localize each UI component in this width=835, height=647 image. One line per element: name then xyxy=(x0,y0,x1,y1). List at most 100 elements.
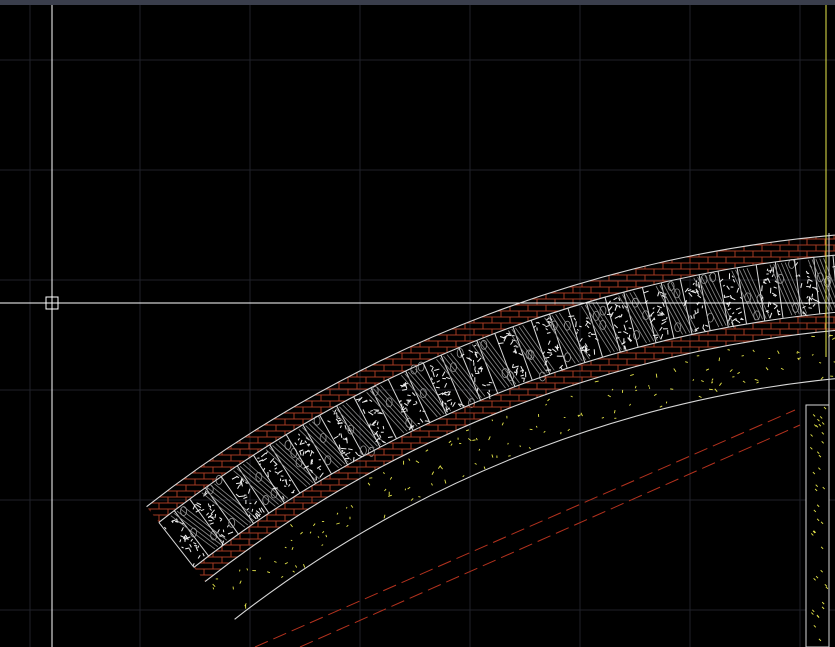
diagonal-hatch xyxy=(214,483,258,520)
concrete-speckle xyxy=(419,418,424,423)
concrete-speckle xyxy=(348,448,353,451)
insulation-speckle xyxy=(336,522,340,525)
drawing-canvas[interactable] xyxy=(0,5,835,647)
concrete-speckle xyxy=(498,342,504,345)
concrete-speckle xyxy=(190,538,194,542)
concrete-speckle xyxy=(542,351,546,355)
concrete-speckle xyxy=(731,275,734,278)
insulation-speckle xyxy=(819,362,822,364)
insulation-speckle xyxy=(474,462,477,465)
concrete-speckle xyxy=(450,402,453,406)
concrete-speckle xyxy=(608,306,613,312)
insulation-speckle xyxy=(346,524,349,527)
insulation-speckle xyxy=(336,512,339,515)
concrete-speckle xyxy=(812,303,816,307)
aggregate-circle xyxy=(633,330,640,340)
concrete-speckle xyxy=(811,297,817,302)
concrete-speckle xyxy=(659,326,663,332)
insulation-speckle xyxy=(780,367,784,371)
concrete-speckle xyxy=(185,536,188,540)
insulation-speckle xyxy=(567,428,570,432)
concrete-speckle xyxy=(588,353,591,357)
insulation-speckle xyxy=(284,562,288,565)
aggregate-circle xyxy=(707,312,714,323)
concrete-speckle xyxy=(518,352,523,356)
concrete-speckle xyxy=(248,514,251,517)
aggregate-circle xyxy=(599,305,607,316)
concrete-speckle xyxy=(657,305,662,309)
concrete-speckle xyxy=(435,373,439,377)
insulation-speckle xyxy=(685,361,688,363)
concrete-speckle xyxy=(373,409,380,411)
insulation-speckle xyxy=(404,488,407,491)
diagonal-hatch xyxy=(404,373,442,416)
concrete-speckle xyxy=(615,337,620,339)
concrete-speckle xyxy=(510,340,514,345)
concrete-speckle xyxy=(258,508,263,513)
concrete-speckle xyxy=(773,303,778,307)
insulation-speckle xyxy=(383,514,386,519)
concrete-speckle xyxy=(652,307,655,310)
concrete-speckle xyxy=(269,458,275,463)
concrete-speckle xyxy=(238,495,245,498)
concrete-speckle xyxy=(802,311,805,315)
concrete-speckle xyxy=(432,382,436,385)
concrete-speckle xyxy=(576,331,578,335)
concrete-speckle xyxy=(339,425,342,429)
concrete-speckle xyxy=(811,293,814,298)
insulation-speckle xyxy=(756,381,759,384)
insulation-speckle xyxy=(284,546,287,549)
diagonal-hatch xyxy=(366,392,405,434)
concrete-speckle xyxy=(344,424,347,430)
concrete-speckle xyxy=(219,535,222,537)
brick-hatch-inner xyxy=(193,312,835,582)
diagonal-hatch xyxy=(201,492,246,528)
concrete-speckle xyxy=(192,563,195,567)
segment-divider xyxy=(755,264,766,322)
insulation-speckle xyxy=(475,437,478,441)
concrete-speckle xyxy=(585,321,589,327)
concrete-speckle xyxy=(771,274,774,278)
concrete-speckle xyxy=(164,526,167,530)
concrete-speckle xyxy=(318,468,322,471)
insulation-speckle xyxy=(594,380,599,383)
concrete-speckle xyxy=(722,284,726,287)
insulation-speckle xyxy=(570,395,573,398)
concrete-speckle xyxy=(434,368,440,372)
diagonal-hatch xyxy=(697,276,723,327)
concrete-speckle xyxy=(430,377,433,381)
concrete-speckle xyxy=(477,357,482,363)
concrete-speckle xyxy=(196,502,202,506)
insulation-speckle xyxy=(634,385,637,389)
concrete-speckle xyxy=(542,323,546,327)
concrete-speckle xyxy=(400,410,406,413)
concrete-speckle xyxy=(727,308,732,311)
insulation-speckle xyxy=(491,454,494,458)
segment-divider xyxy=(641,287,657,343)
concrete-speckle xyxy=(335,418,340,423)
insulation-speckle xyxy=(239,580,242,584)
concrete-speckle xyxy=(415,400,418,404)
insulation-speckle xyxy=(325,534,327,538)
concrete-speckle xyxy=(437,392,443,396)
concrete-speckle xyxy=(274,464,277,467)
concrete-speckle xyxy=(690,315,693,320)
concrete-speckle xyxy=(254,500,258,505)
arch-outline xyxy=(204,330,835,582)
insulation-speckle xyxy=(437,465,441,469)
insulation-speckle xyxy=(528,447,531,450)
insulation-speckle xyxy=(718,357,721,362)
insulation-speckle xyxy=(701,380,704,383)
concrete-speckle xyxy=(523,378,525,383)
concrete-speckle xyxy=(435,386,440,389)
concrete-speckle xyxy=(237,484,241,489)
insulation-speckle xyxy=(613,410,616,414)
concrete-speckle xyxy=(768,270,772,272)
concrete-speckle xyxy=(377,426,379,430)
insulation-speckle xyxy=(752,349,755,353)
insulation-speckle xyxy=(777,350,780,355)
concrete-speckle xyxy=(471,373,474,377)
concrete-speckle xyxy=(661,320,667,325)
concrete-speckle xyxy=(533,325,537,329)
concrete-speckle xyxy=(623,324,627,331)
